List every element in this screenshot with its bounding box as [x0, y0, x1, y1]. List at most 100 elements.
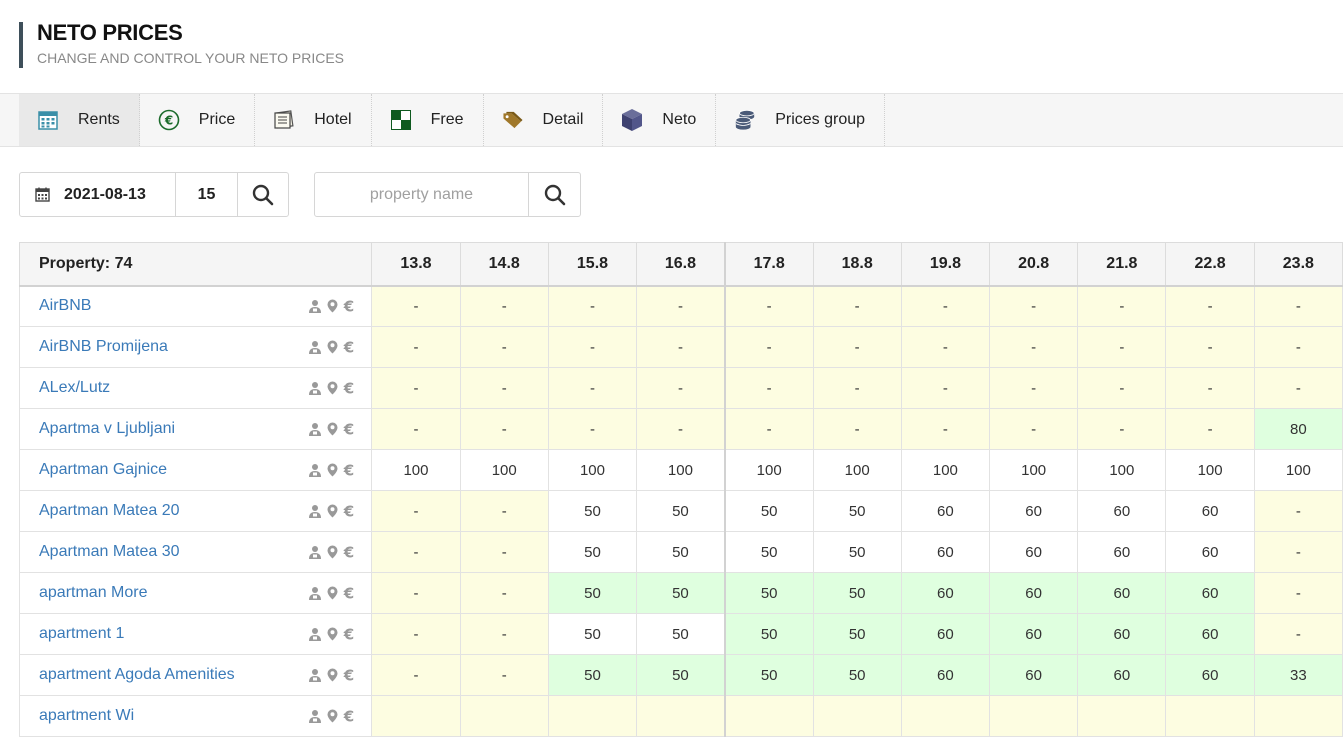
price-cell[interactable]: -: [989, 367, 1079, 409]
price-cell[interactable]: -: [989, 326, 1079, 368]
owner-icon[interactable]: [308, 586, 322, 600]
euro-price-icon[interactable]: €: [343, 340, 355, 354]
property-name-link[interactable]: apartment 1: [39, 625, 124, 642]
price-cell[interactable]: -: [1165, 408, 1255, 450]
location-pin-icon[interactable]: [327, 381, 338, 395]
price-cell[interactable]: -: [459, 285, 549, 327]
price-cell[interactable]: 100: [1253, 449, 1343, 491]
price-cell[interactable]: [900, 695, 991, 737]
price-cell[interactable]: 60: [989, 572, 1079, 614]
price-cell[interactable]: 60: [1165, 654, 1255, 696]
price-cell[interactable]: 60: [900, 572, 991, 614]
price-cell[interactable]: -: [636, 326, 726, 368]
price-cell[interactable]: -: [812, 326, 902, 368]
owner-icon[interactable]: [308, 299, 322, 314]
price-cell[interactable]: -: [547, 408, 638, 450]
price-cell[interactable]: 100: [723, 449, 814, 491]
price-cell[interactable]: -: [371, 408, 461, 450]
euro-price-icon[interactable]: €: [343, 422, 355, 436]
price-cell[interactable]: -: [723, 367, 814, 409]
price-cell[interactable]: -: [459, 408, 549, 450]
price-cell[interactable]: -: [1165, 326, 1255, 368]
location-pin-icon[interactable]: [327, 299, 338, 313]
price-cell[interactable]: -: [1253, 531, 1343, 573]
property-name-link[interactable]: apartment Wi: [39, 707, 134, 724]
price-cell[interactable]: -: [459, 367, 549, 409]
price-cell[interactable]: -: [900, 367, 991, 409]
location-pin-icon[interactable]: [327, 422, 338, 436]
price-cell[interactable]: 60: [1077, 654, 1167, 696]
price-cell[interactable]: 50: [547, 572, 638, 614]
price-cell[interactable]: -: [459, 490, 549, 532]
price-cell[interactable]: 60: [900, 490, 991, 532]
price-cell[interactable]: -: [371, 654, 461, 696]
price-cell[interactable]: 100: [1165, 449, 1255, 491]
price-cell[interactable]: [371, 695, 461, 737]
price-cell[interactable]: [812, 695, 902, 737]
price-cell[interactable]: -: [547, 367, 638, 409]
price-cell[interactable]: -: [636, 285, 726, 327]
price-cell[interactable]: 60: [1077, 490, 1167, 532]
euro-price-icon[interactable]: €: [343, 504, 355, 518]
price-cell[interactable]: 50: [812, 654, 902, 696]
tab-free[interactable]: Free: [372, 94, 484, 146]
price-cell[interactable]: 50: [723, 613, 814, 655]
price-cell[interactable]: [989, 695, 1079, 737]
price-cell[interactable]: -: [1077, 367, 1167, 409]
property-name-link[interactable]: Apartman Matea 20: [39, 502, 180, 519]
tab-hotel[interactable]: Hotel: [255, 94, 372, 146]
owner-icon[interactable]: [308, 545, 322, 559]
price-cell[interactable]: 50: [636, 654, 726, 696]
price-cell[interactable]: 60: [1165, 490, 1255, 532]
price-cell[interactable]: 60: [1165, 572, 1255, 614]
price-cell[interactable]: 50: [636, 572, 726, 614]
price-cell[interactable]: -: [459, 326, 549, 368]
price-cell[interactable]: [459, 695, 549, 737]
price-cell[interactable]: 100: [900, 449, 991, 491]
price-cell[interactable]: 50: [723, 490, 814, 532]
price-cell[interactable]: 50: [723, 572, 814, 614]
price-cell[interactable]: 100: [459, 449, 549, 491]
price-cell[interactable]: 60: [900, 613, 991, 655]
property-name-link[interactable]: AirBNB Promijena: [39, 338, 168, 355]
euro-price-icon[interactable]: €: [343, 463, 355, 477]
tab-prices-group[interactable]: Prices group: [716, 94, 886, 146]
price-cell[interactable]: -: [459, 572, 549, 614]
price-cell[interactable]: 60: [900, 654, 991, 696]
price-cell[interactable]: 50: [812, 490, 902, 532]
owner-icon[interactable]: [308, 668, 322, 682]
price-cell[interactable]: [547, 695, 638, 737]
days-count-input[interactable]: 15: [176, 173, 238, 216]
owner-icon[interactable]: [308, 504, 322, 518]
price-cell[interactable]: 50: [812, 531, 902, 573]
price-cell[interactable]: 100: [989, 449, 1079, 491]
price-cell[interactable]: -: [1253, 326, 1343, 368]
price-cell[interactable]: 50: [547, 531, 638, 573]
price-cell[interactable]: -: [723, 285, 814, 327]
price-cell[interactable]: 60: [989, 531, 1079, 573]
price-cell[interactable]: -: [371, 572, 461, 614]
tab-neto[interactable]: Neto: [603, 94, 717, 146]
location-pin-icon[interactable]: [327, 463, 338, 477]
price-cell[interactable]: [1253, 695, 1343, 737]
price-cell[interactable]: 50: [723, 654, 814, 696]
price-cell[interactable]: 100: [1077, 449, 1167, 491]
price-cell[interactable]: -: [547, 326, 638, 368]
property-name-input[interactable]: [315, 173, 529, 216]
price-cell[interactable]: 100: [812, 449, 902, 491]
euro-price-icon[interactable]: €: [343, 545, 355, 559]
price-cell[interactable]: [723, 695, 814, 737]
euro-price-icon[interactable]: €: [343, 299, 355, 313]
location-pin-icon[interactable]: [327, 545, 338, 559]
property-name-link[interactable]: Apartman Matea 30: [39, 543, 180, 560]
price-cell[interactable]: 100: [636, 449, 726, 491]
price-cell[interactable]: 60: [900, 531, 991, 573]
price-cell[interactable]: -: [1253, 367, 1343, 409]
price-cell[interactable]: 60: [1077, 613, 1167, 655]
price-cell[interactable]: 50: [547, 490, 638, 532]
price-cell[interactable]: -: [636, 367, 726, 409]
owner-icon[interactable]: [308, 627, 322, 641]
property-name-link[interactable]: apartment Agoda Amenities: [39, 666, 235, 683]
price-cell[interactable]: 60: [1165, 613, 1255, 655]
owner-icon[interactable]: [308, 709, 322, 723]
